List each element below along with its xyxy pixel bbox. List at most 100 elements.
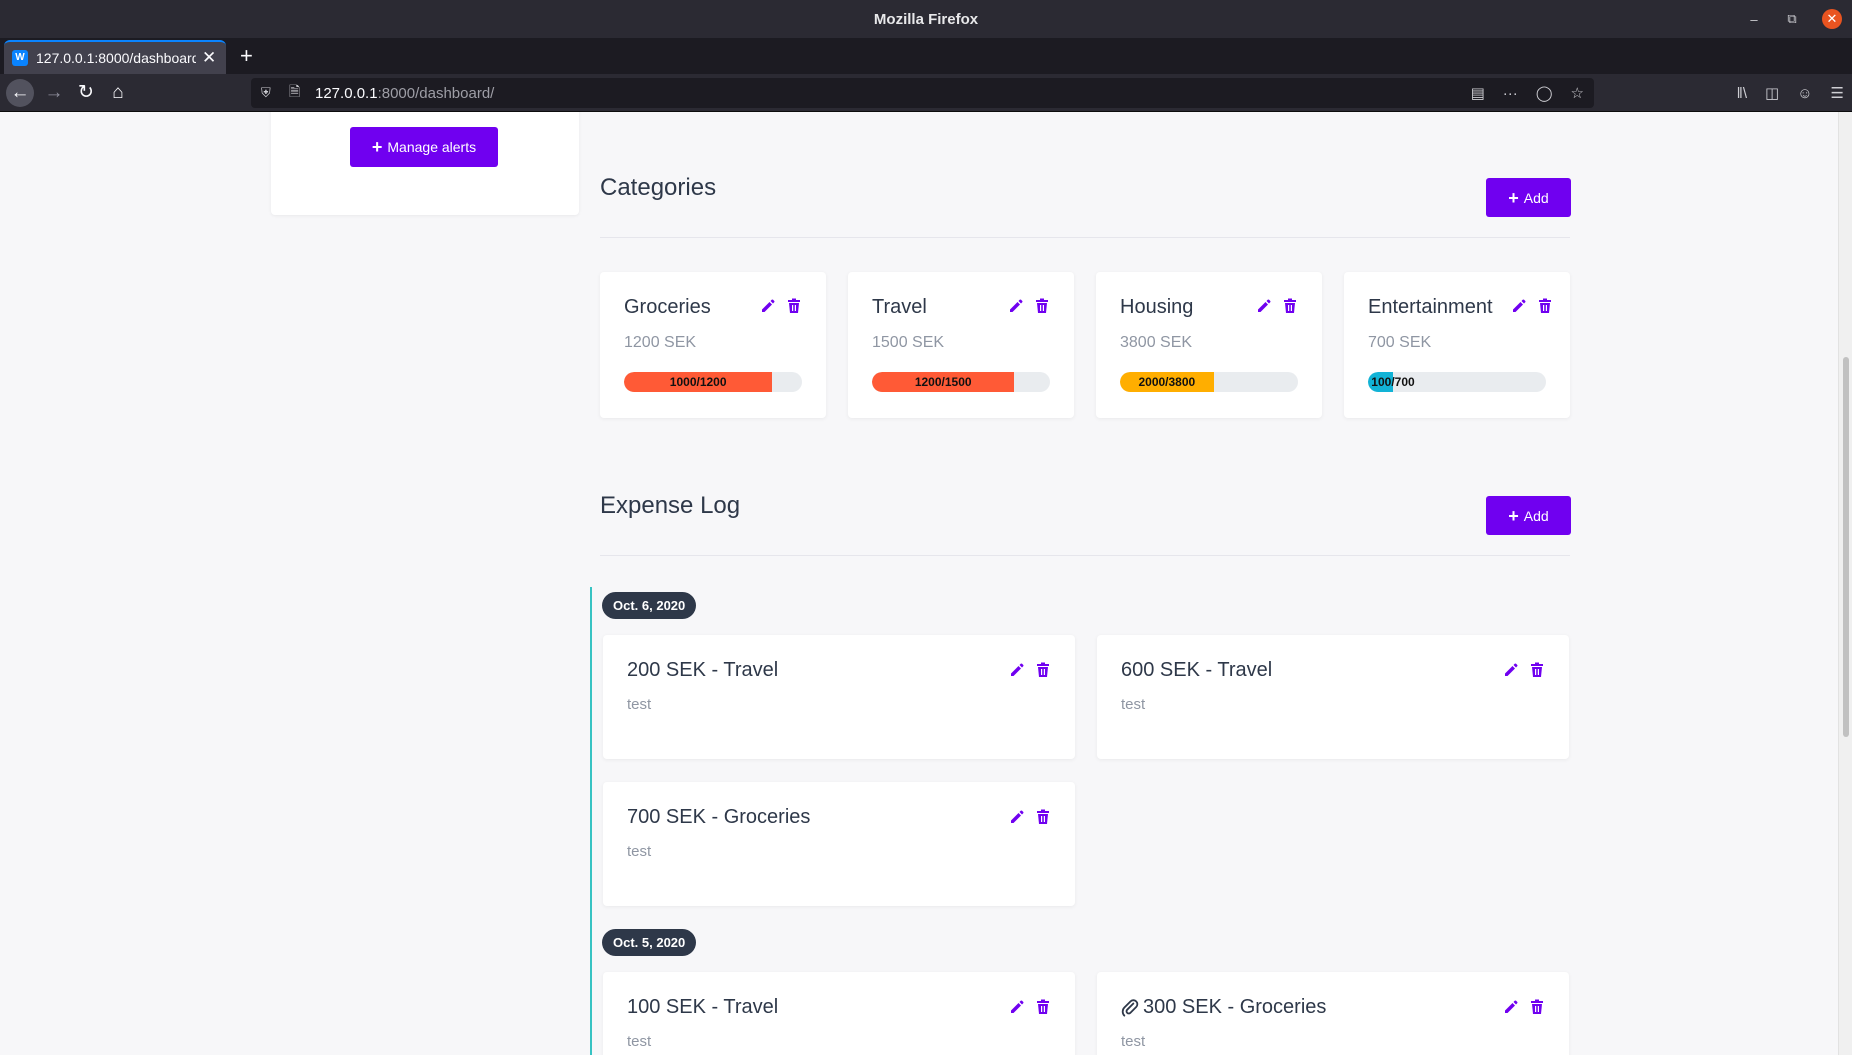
date-badge: Oct. 5, 2020 — [602, 929, 697, 956]
expense-description: test — [1121, 1033, 1146, 1050]
category-name: Housing — [1120, 296, 1194, 318]
attachment-paperclip-icon[interactable] — [1121, 998, 1139, 1017]
category-card: Travel 1500 SEK 1200/1500 — [848, 272, 1074, 418]
minimize-icon[interactable]: – — [1746, 12, 1762, 27]
expense-log-heading: Expense Log — [600, 492, 741, 519]
edit-pencil-icon[interactable] — [1503, 999, 1519, 1017]
edit-pencil-icon[interactable] — [1009, 809, 1025, 827]
category-actions — [1256, 298, 1298, 316]
delete-trash-icon[interactable] — [1035, 809, 1051, 827]
delete-trash-icon[interactable] — [1529, 999, 1545, 1017]
category-name: Entertainment — [1368, 296, 1493, 318]
page-info-icon[interactable]: 🗎 — [289, 81, 305, 105]
delete-trash-icon[interactable] — [786, 298, 802, 316]
new-tab-icon[interactable]: + — [240, 40, 253, 74]
window-titlebar: Mozilla Firefox – ⧉ ✕ — [0, 0, 1852, 38]
add-expense-label: Add — [1523, 507, 1549, 524]
alerts-card: + Manage alerts — [271, 112, 579, 215]
expense-card: 300 SEK - Groceries test — [1097, 972, 1569, 1055]
expense-actions — [1009, 662, 1051, 680]
expense-title: 700 SEK - Groceries — [627, 806, 810, 829]
timeline-line — [590, 587, 592, 1055]
date-badge: Oct. 6, 2020 — [602, 592, 697, 619]
expense-card: 700 SEK - Groceries test — [603, 782, 1075, 906]
edit-pencil-icon[interactable] — [760, 298, 776, 316]
categories-divider — [600, 237, 1570, 238]
category-budget: 3800 SEK — [1120, 334, 1193, 351]
category-name: Groceries — [624, 296, 711, 318]
delete-trash-icon[interactable] — [1035, 999, 1051, 1017]
edit-pencil-icon[interactable] — [1511, 298, 1527, 316]
page-actions-icon[interactable]: ··· — [1503, 85, 1518, 102]
categories-heading: Categories — [600, 174, 717, 201]
scrollbar-thumb[interactable] — [1843, 357, 1849, 737]
close-window-icon[interactable]: ✕ — [1822, 9, 1842, 29]
expense-title: 300 SEK - Groceries — [1121, 996, 1326, 1019]
add-expense-button[interactable]: + Add — [1486, 496, 1571, 535]
expense-title-text: 700 SEK - Groceries — [627, 806, 811, 828]
navigation-toolbar: ← → ↻ ⌂ ⛨ 🗎 127.0.0.1:8000/dashboard/ ▤ … — [0, 74, 1852, 112]
reader-view-icon[interactable]: ▤ — [1471, 84, 1485, 102]
account-icon[interactable]: ☺ — [1797, 85, 1812, 102]
expense-actions — [1503, 662, 1545, 680]
pocket-icon[interactable]: ◯ — [1536, 84, 1553, 102]
edit-pencil-icon[interactable] — [1503, 662, 1519, 680]
add-category-button[interactable]: + Add — [1486, 178, 1571, 217]
expense-actions — [1503, 999, 1545, 1017]
expense-card: 600 SEK - Travel test — [1097, 635, 1569, 759]
home-icon[interactable]: ⌂ — [104, 79, 132, 107]
delete-trash-icon[interactable] — [1035, 662, 1051, 680]
delete-trash-icon[interactable] — [1034, 298, 1050, 316]
edit-pencil-icon[interactable] — [1009, 999, 1025, 1017]
url-host: 127.0.0.1 — [315, 84, 378, 102]
url-text[interactable]: 127.0.0.1:8000/dashboard/ — [315, 85, 494, 102]
forward-arrow-icon[interactable]: → — [40, 79, 68, 107]
plus-icon: + — [1508, 505, 1519, 526]
tracking-shield-icon[interactable]: ⛨ — [261, 85, 277, 101]
library-icon[interactable]: ‖\ — [1737, 85, 1747, 102]
category-progress-bar: 1000/1200 — [624, 372, 802, 392]
reload-icon[interactable]: ↻ — [72, 79, 100, 107]
edit-pencil-icon[interactable] — [1009, 662, 1025, 680]
window-title: Mozilla Firefox — [873, 10, 979, 28]
expense-title: 100 SEK - Travel — [627, 996, 778, 1019]
tab-title: 127.0.0.1:8000/dashboard/ — [36, 50, 196, 66]
category-card: Groceries 1200 SEK 1000/1200 — [600, 272, 826, 418]
category-card: Entertainment 700 SEK 100/700 — [1344, 272, 1570, 418]
delete-trash-icon[interactable] — [1282, 298, 1298, 316]
category-progress-bar: 100/700 — [1368, 372, 1546, 392]
delete-trash-icon[interactable] — [1529, 662, 1545, 680]
expense-description: test — [1121, 696, 1146, 713]
expense-card: 200 SEK - Travel test — [603, 635, 1075, 759]
category-progress-label: 1000/1200 — [669, 375, 727, 389]
edit-pencil-icon[interactable] — [1256, 298, 1272, 316]
manage-alerts-button[interactable]: + Manage alerts — [350, 127, 498, 167]
expense-title: 200 SEK - Travel — [627, 659, 778, 682]
add-category-label: Add — [1523, 189, 1549, 206]
expense-actions — [1009, 809, 1051, 827]
browser-tab[interactable]: W 127.0.0.1:8000/dashboard/ ✕ — [4, 40, 226, 74]
close-tab-icon[interactable]: ✕ — [202, 48, 216, 68]
expense-description: test — [627, 1033, 652, 1050]
category-actions — [1008, 298, 1050, 316]
restore-icon[interactable]: ⧉ — [1784, 11, 1800, 27]
favicon-icon: W — [12, 50, 28, 66]
category-card: Housing 3800 SEK 2000/3800 — [1096, 272, 1322, 418]
edit-pencil-icon[interactable] — [1008, 298, 1024, 316]
sidebar-icon[interactable]: ◫ — [1765, 84, 1779, 102]
expense-log-divider — [600, 555, 1570, 556]
category-name: Travel — [872, 296, 927, 318]
menu-icon[interactable]: ☰ — [1831, 84, 1844, 102]
category-budget: 700 SEK — [1368, 334, 1432, 351]
page-scrollbar[interactable] — [1838, 112, 1852, 1055]
category-progress-label: 2000/3800 — [1138, 375, 1196, 389]
delete-trash-icon[interactable] — [1537, 298, 1553, 316]
expense-title-text: 600 SEK - Travel — [1121, 659, 1273, 681]
back-arrow-icon[interactable]: ← — [6, 79, 34, 107]
category-actions — [760, 298, 802, 316]
url-bar[interactable]: ⛨ 🗎 127.0.0.1:8000/dashboard/ ▤ ··· ◯ ☆ — [251, 78, 1594, 108]
category-actions — [1511, 298, 1553, 316]
category-progress-bar: 1200/1500 — [872, 372, 1050, 392]
category-budget: 1200 SEK — [624, 334, 697, 351]
bookmark-star-icon[interactable]: ☆ — [1571, 84, 1584, 102]
